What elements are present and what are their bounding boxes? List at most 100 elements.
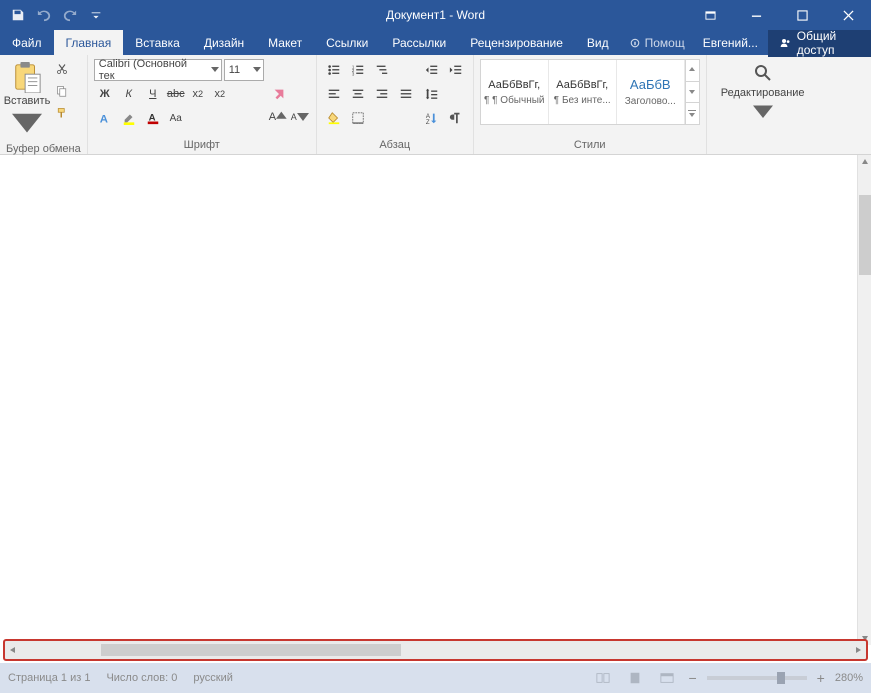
tab-references[interactable]: Ссылки: [314, 30, 380, 55]
change-case-icon[interactable]: Aa: [166, 108, 186, 128]
multilevel-list-icon[interactable]: [371, 59, 393, 81]
sort-icon[interactable]: AZ: [421, 107, 443, 129]
gallery-up-icon[interactable]: [686, 60, 699, 82]
zoom-out-icon[interactable]: −: [688, 670, 696, 686]
superscript-icon[interactable]: x2: [210, 84, 230, 104]
tab-file[interactable]: Файл: [0, 30, 54, 55]
font-size-combo[interactable]: 11: [224, 59, 264, 81]
increase-indent-icon[interactable]: [445, 59, 467, 81]
redo-icon[interactable]: [58, 3, 82, 27]
read-mode-icon[interactable]: [592, 668, 614, 688]
style-heading1[interactable]: АаБбВ Заголово...: [617, 60, 685, 124]
svg-text:A: A: [100, 113, 108, 125]
gallery-down-icon[interactable]: [686, 82, 699, 104]
share-button[interactable]: Общий доступ: [768, 29, 871, 57]
style-name: ¶ Без инте...: [551, 95, 614, 106]
group-label-paragraph: Абзац: [323, 137, 467, 154]
gallery-more-icon[interactable]: [686, 103, 699, 124]
style-name: ¶ Обычный: [483, 95, 546, 106]
group-paragraph: 123: [317, 55, 474, 154]
status-language[interactable]: русский: [193, 672, 232, 684]
line-spacing-icon[interactable]: [421, 83, 443, 105]
scroll-thumb[interactable]: [859, 195, 871, 275]
align-left-icon[interactable]: [323, 83, 345, 105]
subscript-icon[interactable]: x2: [188, 84, 208, 104]
tab-view[interactable]: Вид: [575, 30, 621, 55]
maximize-icon[interactable]: [779, 0, 825, 30]
italic-icon[interactable]: К: [118, 83, 140, 105]
tell-me-search[interactable]: Помощ: [621, 36, 693, 50]
zoom-in-icon[interactable]: +: [817, 670, 825, 686]
ribbon-display-icon[interactable]: [687, 0, 733, 30]
status-bar: Страница 1 из 1 Число слов: 0 русский − …: [0, 663, 871, 693]
share-label: Общий доступ: [797, 29, 859, 57]
borders-icon[interactable]: [347, 107, 369, 129]
tab-review[interactable]: Рецензирование: [458, 30, 575, 55]
bold-icon[interactable]: Ж: [94, 83, 116, 105]
scroll-up-icon[interactable]: [858, 155, 871, 169]
tab-insert[interactable]: Вставка: [123, 30, 192, 55]
scroll-right-icon[interactable]: [850, 641, 866, 659]
undo-icon[interactable]: [32, 3, 56, 27]
underline-icon[interactable]: Ч: [142, 83, 164, 105]
zoom-level[interactable]: 280%: [835, 672, 863, 684]
scroll-track[interactable]: [21, 643, 850, 657]
font-color-icon[interactable]: A: [142, 107, 164, 129]
scroll-thumb[interactable]: [101, 644, 401, 656]
scroll-left-icon[interactable]: [5, 641, 21, 659]
cut-icon[interactable]: [52, 59, 72, 79]
close-icon[interactable]: [825, 0, 871, 30]
tab-design[interactable]: Дизайн: [192, 30, 256, 55]
editing-label: Редактирование: [721, 87, 805, 99]
group-label-editing: [713, 137, 813, 154]
bullets-icon[interactable]: [323, 59, 345, 81]
style-preview: АаБбВвГг,: [556, 79, 608, 91]
tab-home[interactable]: Главная: [54, 30, 124, 55]
text-effects-icon[interactable]: A: [94, 107, 116, 129]
document-canvas[interactable]: [0, 155, 857, 645]
minimize-icon[interactable]: [733, 0, 779, 30]
style-no-spacing[interactable]: АаБбВвГг, ¶ Без инте...: [549, 60, 617, 124]
format-painter-icon[interactable]: [52, 103, 72, 123]
zoom-knob[interactable]: [777, 672, 785, 684]
grow-font-icon[interactable]: A: [268, 107, 288, 127]
status-word-count[interactable]: Число слов: 0: [106, 672, 177, 684]
font-name-combo[interactable]: Calibri (Основной тек: [94, 59, 222, 81]
show-marks-icon[interactable]: [445, 107, 467, 129]
decrease-indent-icon[interactable]: [421, 59, 443, 81]
chevron-down-icon: [253, 64, 261, 76]
group-clipboard: Вставить Буфер обмена: [0, 55, 88, 154]
user-account[interactable]: Евгений...: [693, 36, 768, 50]
vertical-scrollbar[interactable]: [857, 155, 871, 645]
ribbon-tabs: Файл Главная Вставка Дизайн Макет Ссылки…: [0, 30, 871, 55]
status-page[interactable]: Страница 1 из 1: [8, 672, 90, 684]
group-label-font: Шрифт: [94, 137, 310, 154]
styles-gallery[interactable]: АаБбВвГг, ¶ Обычный АаБбВвГг, ¶ Без инте…: [480, 59, 700, 125]
tab-layout[interactable]: Макет: [256, 30, 314, 55]
strikethrough-icon[interactable]: abc: [166, 84, 186, 104]
style-preview: АаБбВ: [630, 77, 671, 92]
qat-customize-icon[interactable]: [84, 3, 108, 27]
style-preview: АаБбВвГг,: [488, 79, 540, 91]
save-icon[interactable]: [6, 3, 30, 27]
web-layout-icon[interactable]: [656, 668, 678, 688]
horizontal-scrollbar[interactable]: [3, 639, 868, 661]
align-center-icon[interactable]: [347, 83, 369, 105]
shrink-font-icon[interactable]: A: [290, 107, 310, 127]
window-controls: [687, 0, 871, 30]
editing-button[interactable]: Редактирование: [713, 59, 813, 137]
align-right-icon[interactable]: [371, 83, 393, 105]
tab-mailings[interactable]: Рассылки: [380, 30, 458, 55]
window-title: Документ1 - Word: [386, 8, 485, 22]
justify-icon[interactable]: [395, 83, 417, 105]
shading-icon[interactable]: [323, 107, 345, 129]
numbering-icon[interactable]: 123: [347, 59, 369, 81]
style-normal[interactable]: АаБбВвГг, ¶ Обычный: [481, 60, 549, 124]
highlight-icon[interactable]: [118, 107, 140, 129]
print-layout-icon[interactable]: [624, 668, 646, 688]
copy-icon[interactable]: [52, 81, 72, 101]
gallery-scroll: [685, 60, 699, 124]
paste-button[interactable]: Вставить: [6, 59, 48, 141]
zoom-slider[interactable]: [707, 676, 807, 680]
clear-formatting-icon[interactable]: [268, 83, 290, 105]
